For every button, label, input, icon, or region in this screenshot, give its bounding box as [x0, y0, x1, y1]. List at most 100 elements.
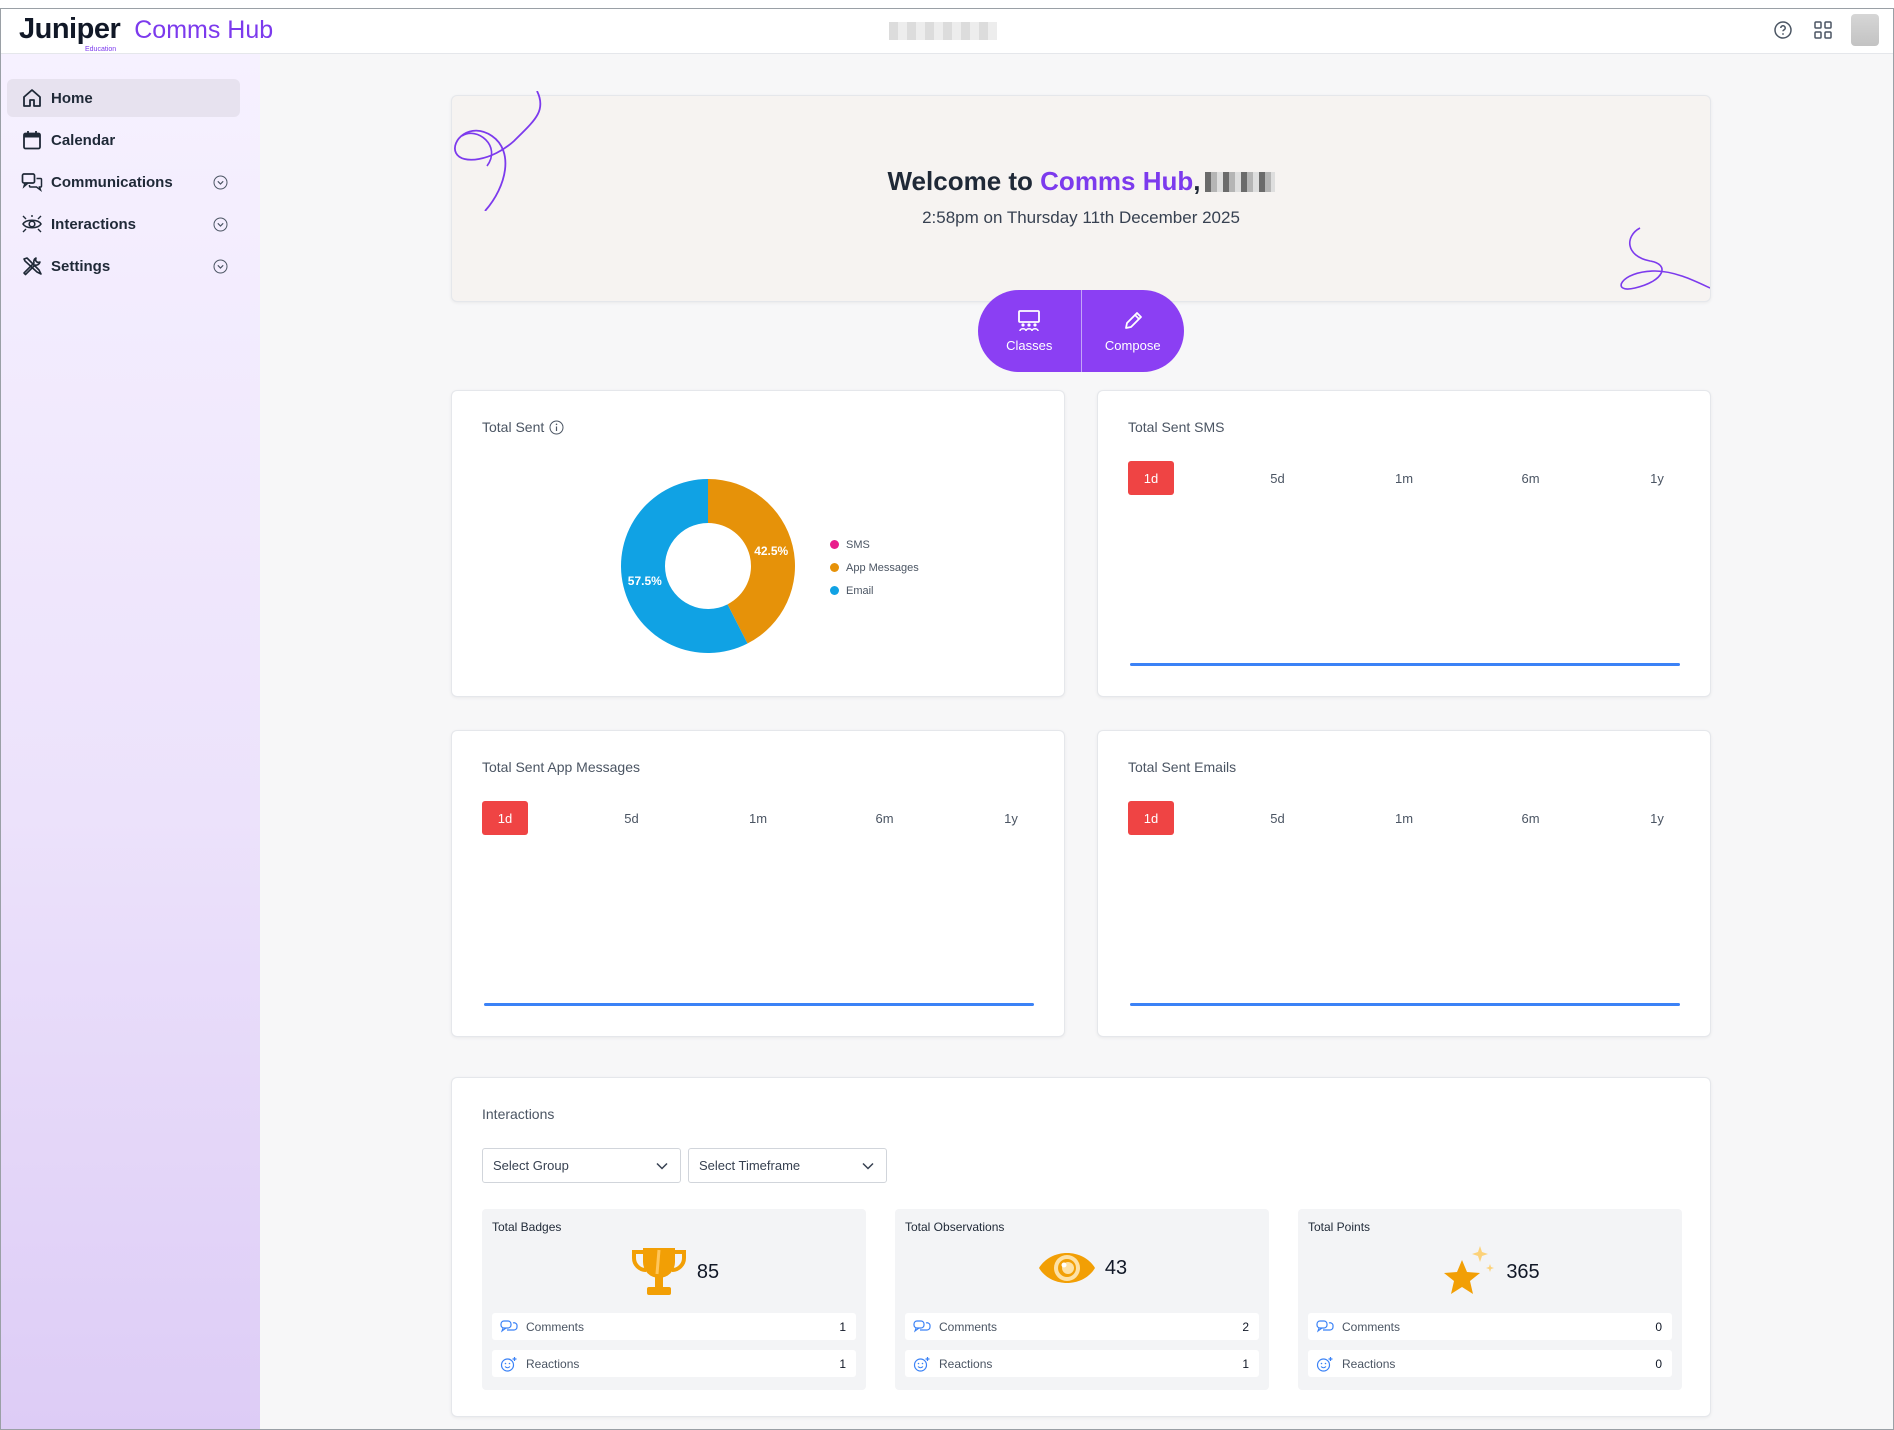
chart-legend: SMS App Messages Email: [830, 533, 919, 602]
chevron-down-icon: [862, 1162, 874, 1170]
app-window: Juniper Education Comms Hub Home Calenda…: [0, 8, 1894, 1430]
range-6m-button[interactable]: 6m: [1508, 801, 1554, 835]
range-1d-button[interactable]: 1d: [1128, 461, 1174, 495]
range-1m-button[interactable]: 1m: [735, 801, 781, 835]
help-icon[interactable]: [1771, 18, 1795, 42]
range-1m-button[interactable]: 1m: [1381, 461, 1427, 495]
legend-label: App Messages: [846, 561, 919, 574]
sidebar-item-interactions[interactable]: Interactions: [7, 205, 240, 243]
comments-row[interactable]: Comments 1: [492, 1313, 856, 1340]
range-5d-button[interactable]: 5d: [1255, 801, 1301, 835]
compose-label: Compose: [1104, 337, 1161, 353]
sms-card-title: Total Sent SMS: [1128, 419, 1225, 435]
interactions-title: Interactions: [482, 1106, 555, 1122]
range-selector: 1d 5d 1m 6m 1y: [482, 801, 1034, 835]
range-selector: 1d 5d 1m 6m 1y: [1128, 461, 1680, 495]
range-1d-button[interactable]: 1d: [482, 801, 528, 835]
chevron-down-icon[interactable]: [213, 175, 228, 190]
range-1m-button[interactable]: 1m: [1381, 801, 1427, 835]
stat-title: Total Observations: [905, 1220, 1005, 1234]
sidebar-item-settings[interactable]: Settings: [7, 247, 240, 285]
comments-icon: [1316, 1319, 1334, 1332]
donut-label-email: 57.5%: [628, 574, 662, 588]
app-color-dot: [830, 563, 839, 572]
range-1y-button[interactable]: 1y: [1634, 461, 1680, 495]
select-group-value: Select Group: [493, 1158, 569, 1173]
quick-actions: Classes Compose: [978, 290, 1184, 372]
stat-value: 85: [696, 1260, 720, 1283]
comments-count: 1: [839, 1319, 846, 1334]
chart-baseline: [1130, 663, 1680, 666]
interactions-eye-icon: [22, 215, 42, 233]
app-logo[interactable]: Juniper Education Comms Hub: [19, 13, 273, 53]
email-card-title: Total Sent Emails: [1128, 759, 1237, 775]
sidebar-item-label: Settings: [51, 257, 111, 275]
calendar-icon: [23, 131, 41, 150]
apps-grid-icon[interactable]: [1811, 18, 1835, 42]
chart-baseline: [1130, 1003, 1680, 1006]
reactions-row[interactable]: Reactions 1: [492, 1350, 856, 1377]
stat-title: Total Badges: [492, 1220, 562, 1234]
legend-item-sms[interactable]: SMS: [830, 533, 919, 556]
reactions-row[interactable]: Reactions 0: [1308, 1350, 1672, 1377]
range-1y-button[interactable]: 1y: [988, 801, 1034, 835]
sidebar-item-home[interactable]: Home: [7, 79, 240, 117]
total-sent-card: Total Sent 42.5% 57.5% SMS App Messages E…: [451, 390, 1065, 697]
legend-item-email[interactable]: Email: [830, 579, 919, 602]
select-group-dropdown[interactable]: Select Group: [482, 1148, 681, 1183]
range-1y-button[interactable]: 1y: [1634, 801, 1680, 835]
email-color-dot: [830, 586, 839, 595]
welcome-heading: Welcome to Comms Hub,: [452, 166, 1710, 197]
legend-item-app-messages[interactable]: App Messages: [830, 556, 919, 579]
reactions-label: Reactions: [1342, 1356, 1396, 1371]
stat-title: Total Points: [1308, 1220, 1371, 1234]
select-timeframe-value: Select Timeframe: [699, 1158, 801, 1173]
redacted-school-name: [889, 22, 997, 40]
reactions-row[interactable]: Reactions 1: [905, 1350, 1259, 1377]
stat-value: 43: [1104, 1256, 1128, 1279]
compose-button[interactable]: Compose: [1080, 290, 1185, 372]
range-1d-button[interactable]: 1d: [1128, 801, 1174, 835]
info-icon[interactable]: [549, 420, 564, 435]
total-sent-app-messages-card: Total Sent App Messages 1d 5d 1m 6m 1y: [451, 730, 1065, 1037]
total-sent-title: Total Sent: [482, 419, 545, 435]
sidebar-item-communications[interactable]: Communications: [7, 163, 240, 201]
comments-count: 0: [1655, 1319, 1662, 1334]
star-icon: [1444, 1246, 1495, 1294]
total-sent-donut-chart: 42.5% 57.5%: [621, 479, 795, 653]
range-selector: 1d 5d 1m 6m 1y: [1128, 801, 1680, 835]
comments-label: Comments: [1342, 1319, 1401, 1334]
home-icon: [23, 89, 41, 107]
pencil-icon: [1124, 311, 1142, 329]
reactions-count: 0: [1655, 1356, 1662, 1371]
comments-label: Comments: [526, 1319, 585, 1334]
welcome-text: Welcome to: [887, 166, 1041, 196]
total-sent-sms-card: Total Sent SMS 1d 5d 1m 6m 1y: [1097, 390, 1711, 697]
range-6m-button[interactable]: 6m: [862, 801, 908, 835]
chevron-down-icon: [656, 1162, 668, 1170]
comments-row[interactable]: Comments 2: [905, 1313, 1259, 1340]
total-points-panel: Total Points 365 Comments 0 Reactions 0: [1298, 1209, 1682, 1390]
comments-label: Comments: [939, 1319, 998, 1334]
classes-label: Classes: [1006, 337, 1053, 353]
chevron-down-icon[interactable]: [213, 217, 228, 232]
total-observations-panel: Total Observations 43 Comments 2 Reactio…: [895, 1209, 1269, 1390]
comments-icon: [500, 1319, 518, 1332]
range-6m-button[interactable]: 6m: [1508, 461, 1554, 495]
main-content: Welcome to Comms Hub, 2:58pm on Thursday…: [260, 54, 1893, 1429]
classes-button[interactable]: Classes: [978, 290, 1081, 372]
user-avatar[interactable]: [1851, 14, 1879, 46]
reactions-label: Reactions: [526, 1356, 580, 1371]
comments-row[interactable]: Comments 0: [1308, 1313, 1672, 1340]
range-5d-button[interactable]: 5d: [1255, 461, 1301, 495]
range-5d-button[interactable]: 5d: [609, 801, 655, 835]
total-badges-panel: Total Badges 85 Comments 1 Reactions 1: [482, 1209, 866, 1390]
logo-wordmark: Juniper: [19, 13, 121, 45]
total-sent-emails-card: Total Sent Emails 1d 5d 1m 6m 1y: [1097, 730, 1711, 1037]
select-timeframe-dropdown[interactable]: Select Timeframe: [688, 1148, 887, 1183]
reactions-count: 1: [839, 1356, 846, 1371]
redacted-user-name: [1204, 172, 1275, 192]
welcome-comma: ,: [1193, 166, 1201, 196]
chevron-down-icon[interactable]: [213, 259, 228, 274]
sidebar-item-calendar[interactable]: Calendar: [7, 121, 240, 159]
